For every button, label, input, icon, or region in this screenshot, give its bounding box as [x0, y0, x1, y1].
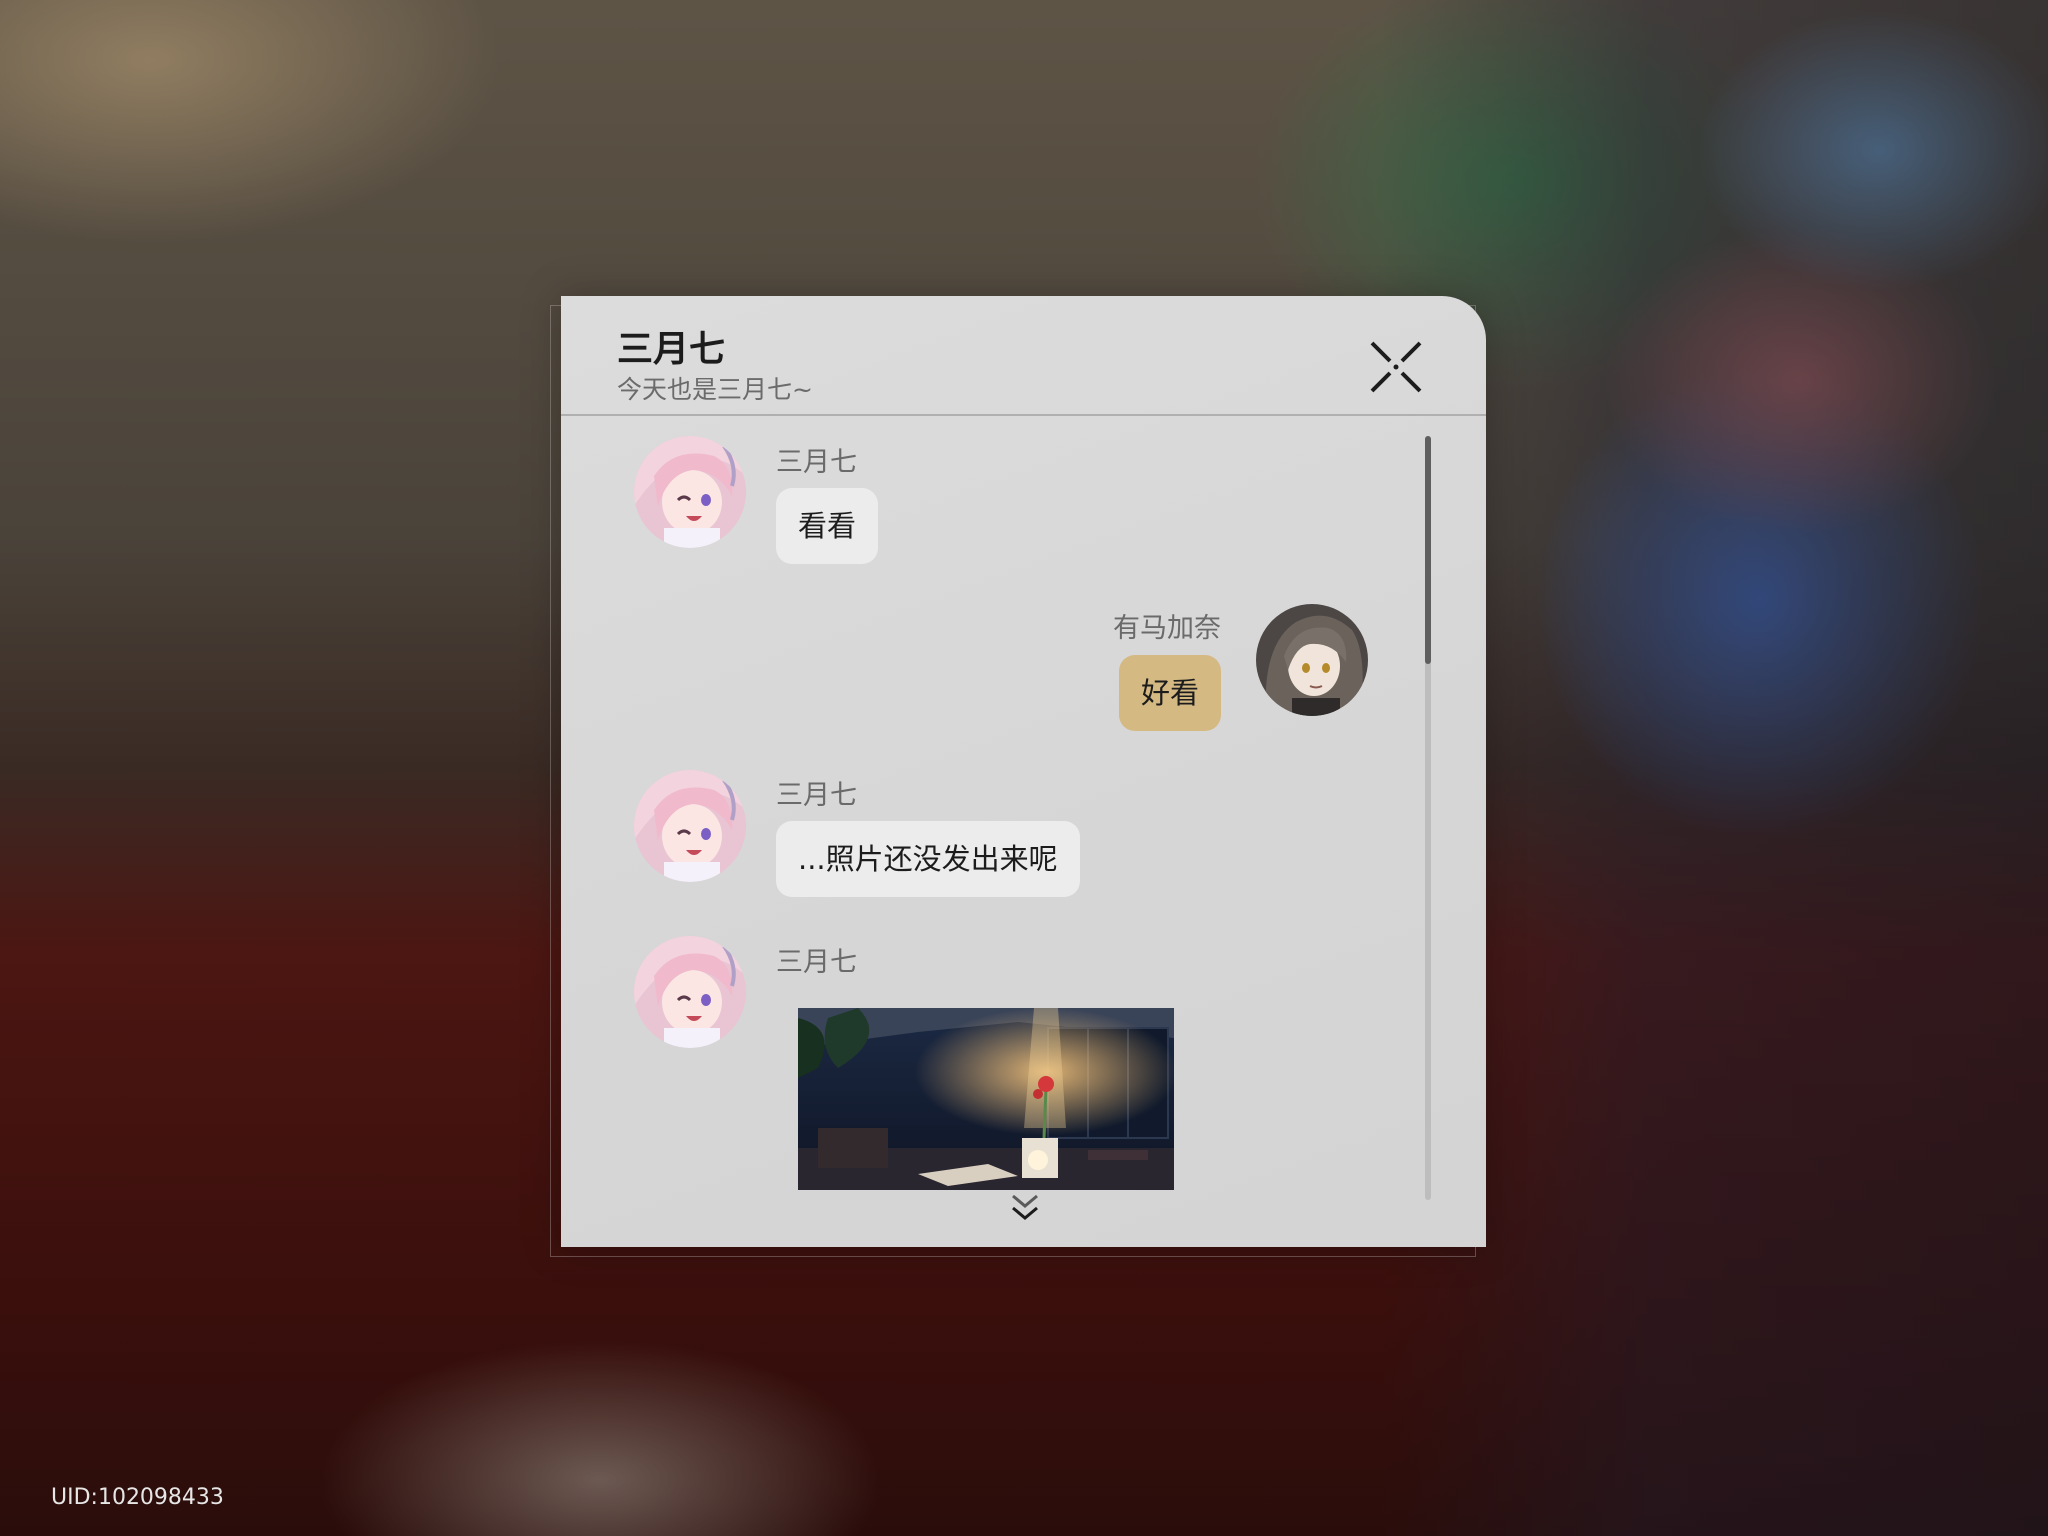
sender-name: 三月七 — [776, 947, 857, 978]
message-bubble[interactable]: ...照片还没发出来呢 — [776, 821, 1080, 897]
sender-name: 三月七 — [776, 780, 857, 811]
march7th-avatar[interactable] — [634, 436, 746, 548]
close-icon — [1370, 341, 1422, 393]
chat-header: 三月七 今天也是三月七~ — [561, 296, 1486, 416]
scrollbar-thumb[interactable] — [1425, 436, 1431, 664]
uid-label: UID:102098433 — [51, 1485, 224, 1510]
march7th-avatar[interactable] — [634, 770, 746, 882]
chevron-double-down-icon — [1012, 1194, 1038, 1220]
rose-in-vase-photo[interactable] — [798, 1008, 1174, 1190]
march7th-avatar[interactable] — [634, 936, 746, 1048]
scroll-down-button[interactable] — [1008, 1190, 1042, 1224]
close-button[interactable] — [1369, 340, 1423, 394]
player-avatar[interactable] — [1256, 604, 1368, 716]
message-bubble[interactable]: 看看 — [776, 488, 879, 564]
sender-name: 有马加奈 — [1113, 613, 1221, 644]
message-bubble[interactable]: 好看 — [1119, 655, 1222, 731]
chat-subtitle: 今天也是三月七~ — [617, 375, 813, 404]
chat-title: 三月七 — [617, 329, 726, 370]
sender-name: 三月七 — [776, 447, 857, 478]
